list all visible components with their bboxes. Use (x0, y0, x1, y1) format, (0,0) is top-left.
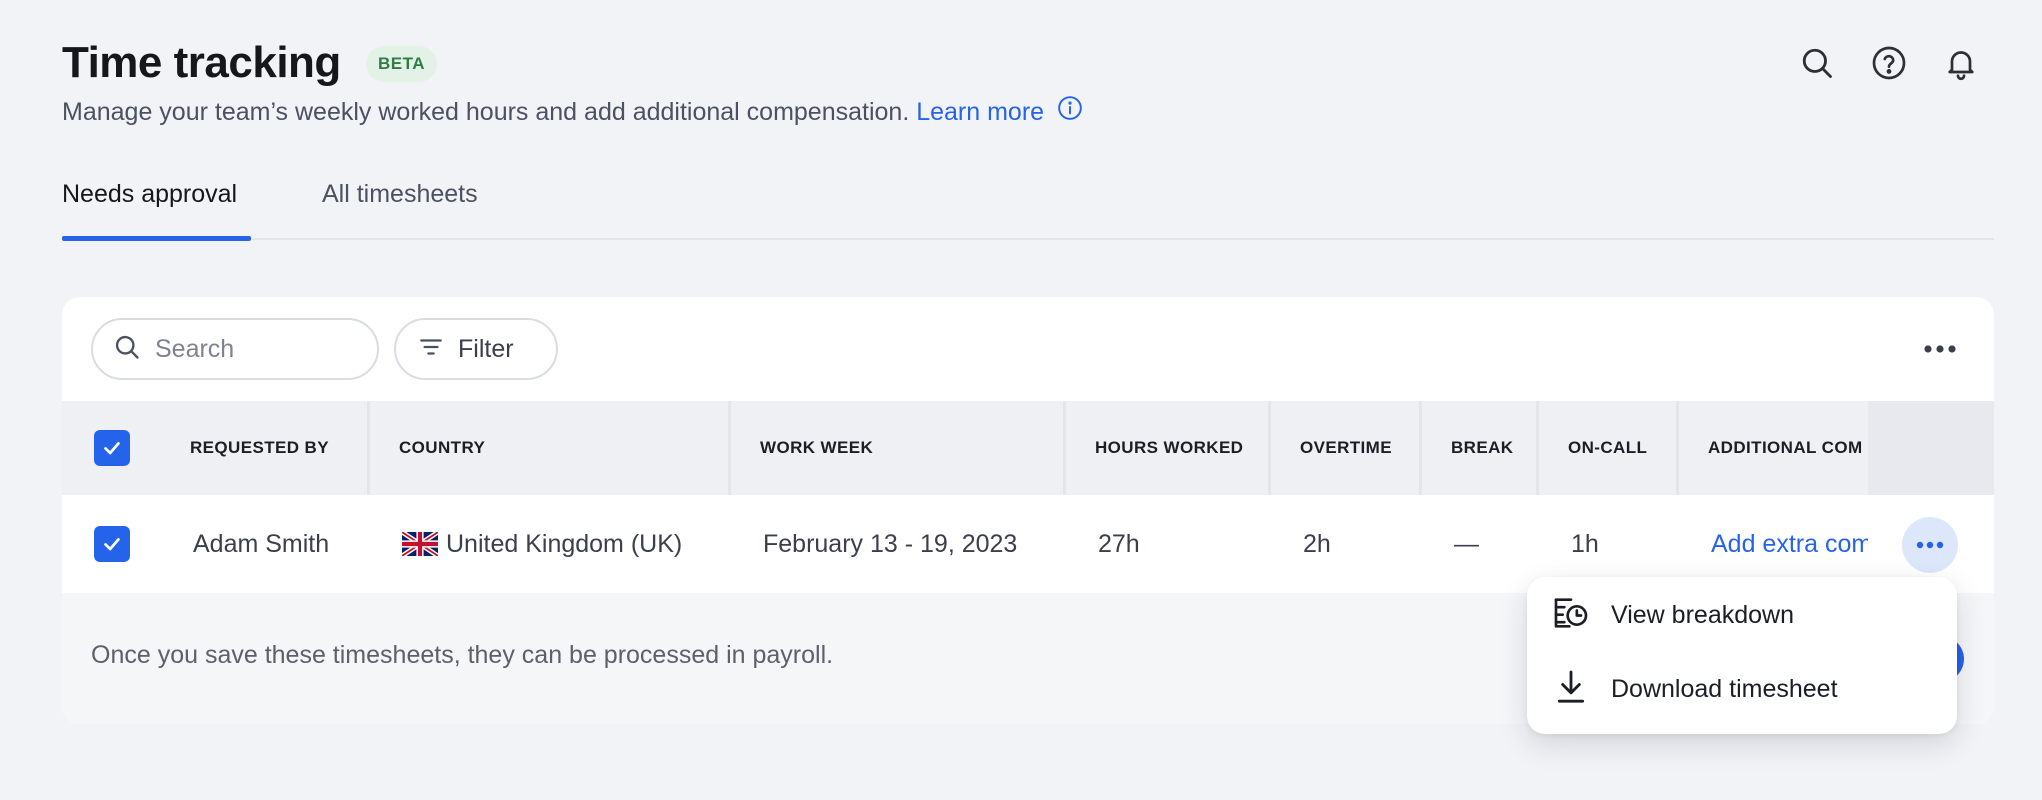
bell-icon[interactable] (1942, 44, 1980, 82)
row-checkbox[interactable] (94, 526, 130, 562)
uk-flag-icon (400, 530, 440, 558)
footer-note: Once you save these timesheets, they can… (91, 641, 834, 669)
select-all-checkbox[interactable] (94, 430, 130, 466)
tab-all-timesheets[interactable]: All timesheets (322, 180, 478, 209)
page-subtitle: Manage your team’s weekly worked hours a… (62, 95, 1083, 128)
cell-country: United Kingdom (UK) (400, 495, 683, 593)
checkmark-icon (104, 538, 120, 551)
column-header-work-week[interactable]: WORK WEEK (760, 401, 873, 495)
download-icon (1551, 667, 1591, 712)
info-icon[interactable] (1057, 95, 1083, 128)
list-clock-icon (1551, 593, 1591, 638)
column-header-break[interactable]: BREAK (1451, 401, 1513, 495)
search-placeholder: Search (155, 334, 235, 363)
column-header-on-call[interactable]: ON-CALL (1568, 401, 1647, 495)
column-divider[interactable] (1419, 401, 1422, 495)
search-field-icon (113, 333, 141, 366)
help-icon[interactable] (1870, 44, 1908, 82)
page-title: Time tracking (62, 38, 341, 87)
column-header-country[interactable]: COUNTRY (399, 401, 485, 495)
search-input[interactable]: Search (91, 318, 379, 380)
menu-item-view-breakdown[interactable]: View breakdown (1551, 585, 1794, 645)
cell-work-week: February 13 - 19, 2023 (763, 529, 1018, 558)
column-header-hours-worked[interactable]: HOURS WORKED (1095, 401, 1243, 495)
active-tab-indicator (62, 236, 251, 241)
cell-requested-by: Adam Smith (193, 529, 330, 558)
cell-break: — (1454, 529, 1479, 558)
row-more-icon[interactable] (1902, 517, 1958, 573)
filter-label: Filter (458, 334, 514, 363)
learn-more-link[interactable]: Learn more (916, 98, 1044, 126)
row-actions-menu: View breakdown Download timesheet (1527, 577, 1957, 734)
beta-badge: BETA (366, 46, 438, 82)
menu-item-label: View breakdown (1611, 600, 1794, 629)
cell-overtime: 2h (1303, 529, 1331, 558)
search-icon[interactable] (1798, 44, 1836, 82)
column-header-requested-by[interactable]: REQUESTED BY (190, 401, 329, 495)
menu-item-label: Download timesheet (1611, 674, 1838, 703)
column-divider[interactable] (728, 401, 731, 495)
tab-needs-approval[interactable]: Needs approval (62, 180, 237, 209)
header-actions (1798, 44, 1980, 82)
checkmark-icon (104, 442, 120, 455)
column-header-overtime[interactable]: OVERTIME (1300, 401, 1392, 495)
subtitle-text: Manage your team’s weekly worked hours a… (62, 98, 910, 126)
column-divider[interactable] (1676, 401, 1679, 495)
column-divider[interactable] (1268, 401, 1271, 495)
column-header-additional-comp[interactable]: ADDITIONAL COM (1708, 401, 1868, 495)
tab-bar: Needs approval All timesheets (62, 176, 1994, 241)
menu-item-download-timesheet[interactable]: Download timesheet (1551, 659, 1838, 719)
cell-hours-worked: 27h (1098, 529, 1140, 558)
actions-column-header (1868, 401, 1994, 495)
table-header: REQUESTED BY COUNTRY WORK WEEK HOURS WOR… (62, 401, 1994, 495)
more-options-icon[interactable] (1922, 331, 1958, 367)
filter-button[interactable]: Filter (394, 318, 558, 380)
filter-icon (418, 334, 444, 365)
table-toolbar: Search Filter (62, 297, 1994, 401)
column-divider[interactable] (1536, 401, 1539, 495)
country-name: United Kingdom (UK) (446, 529, 683, 558)
column-divider[interactable] (367, 401, 370, 495)
column-divider[interactable] (1063, 401, 1066, 495)
